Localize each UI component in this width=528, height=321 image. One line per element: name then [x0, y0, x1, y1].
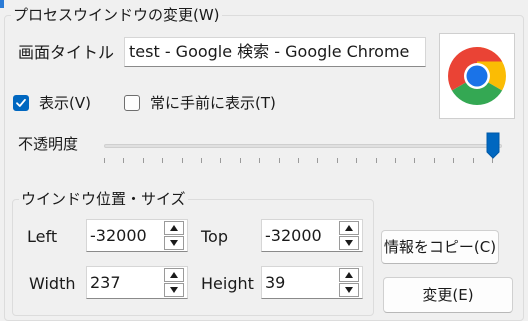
left-increment-button[interactable]: [164, 221, 184, 235]
opacity-slider-thumb[interactable]: [486, 132, 500, 160]
slider-tick: [240, 158, 241, 163]
window-title-input[interactable]: test - Google 検索 - Google Chrome: [124, 37, 426, 67]
checkmark-icon: [16, 98, 26, 107]
left-label: Left: [27, 227, 58, 246]
slider-tick: [317, 158, 318, 163]
height-spinbox[interactable]: 39: [261, 266, 363, 299]
window-edge-accent: [0, 0, 4, 8]
slider-tick: [473, 158, 474, 163]
topmost-checkbox[interactable]: [124, 95, 140, 111]
top-decrement-button[interactable]: [339, 236, 359, 250]
width-label: Width: [29, 274, 76, 293]
width-increment-button[interactable]: [164, 268, 184, 282]
height-label: Height: [201, 274, 254, 293]
top-increment-button[interactable]: [339, 221, 359, 235]
height-decrement-button[interactable]: [339, 283, 359, 297]
slider-tick: [220, 158, 221, 163]
slider-tick: [162, 158, 163, 163]
top-spinbox[interactable]: -32000: [261, 219, 363, 252]
show-checkbox-label[interactable]: 表示(V): [39, 93, 91, 113]
arrow-down-icon: [345, 240, 353, 246]
arrow-down-icon: [345, 287, 353, 293]
slider-tick: [376, 158, 377, 163]
width-spinbox[interactable]: 237: [86, 266, 188, 299]
slider-tick: [298, 158, 299, 163]
top-label: Top: [201, 227, 228, 246]
slider-tick: [259, 158, 260, 163]
slider-tick: [414, 158, 415, 163]
slider-tick: [434, 158, 435, 163]
copy-info-button[interactable]: 情報をコピー(C): [381, 230, 499, 264]
slider-tick: [356, 158, 357, 163]
slider-tick: [337, 158, 338, 163]
position-size-group-title: ウインドウ位置・サイズ: [19, 190, 188, 208]
slider-tick: [182, 158, 183, 163]
arrow-up-icon: [345, 225, 353, 231]
arrow-up-icon: [170, 272, 178, 278]
left-decrement-button[interactable]: [164, 236, 184, 250]
arrow-up-icon: [170, 225, 178, 231]
slider-tick: [201, 158, 202, 163]
slider-tick: [123, 158, 124, 163]
slider-tick: [395, 158, 396, 163]
process-window-group-title: プロセスウインドウの変更(W): [11, 6, 222, 24]
slider-tick: [453, 158, 454, 163]
left-spinbox[interactable]: -32000: [86, 219, 188, 252]
arrow-down-icon: [170, 287, 178, 293]
width-decrement-button[interactable]: [164, 283, 184, 297]
opacity-label: 不透明度: [18, 135, 79, 153]
topmost-checkbox-label[interactable]: 常に手前に表示(T): [150, 93, 276, 113]
slider-tick: [143, 158, 144, 163]
apply-change-button[interactable]: 変更(E): [383, 277, 513, 313]
chrome-icon: [448, 47, 506, 105]
arrow-up-icon: [345, 272, 353, 278]
slider-tick: [104, 158, 105, 163]
app-icon-frame: [439, 33, 515, 119]
height-increment-button[interactable]: [339, 268, 359, 282]
show-checkbox[interactable]: [13, 95, 29, 111]
slider-tick: [279, 158, 280, 163]
arrow-down-icon: [170, 240, 178, 246]
window-title-label: 画面タイトル: [18, 43, 115, 62]
opacity-slider-track[interactable]: [104, 144, 502, 148]
